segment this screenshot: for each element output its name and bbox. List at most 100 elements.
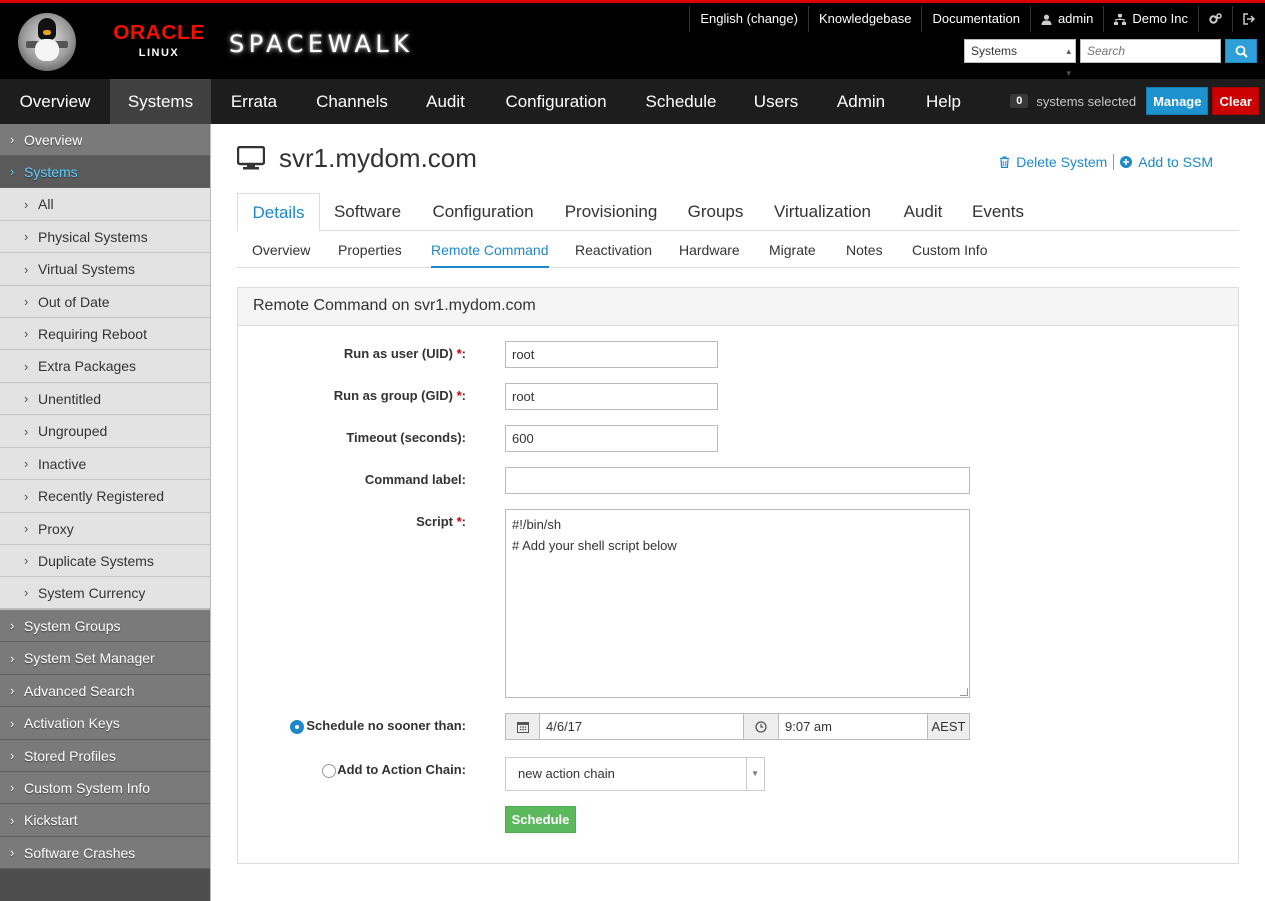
user-link[interactable]: admin — [1029, 6, 1103, 32]
add-to-ssm-link[interactable]: Add to SSM — [1114, 154, 1219, 170]
subtab-properties[interactable]: Properties — [338, 232, 402, 268]
sidebar-item-kickstart[interactable]: › Kickstart — [0, 804, 210, 837]
sidebar-item-unentitled[interactable]: › Unentitled — [0, 383, 210, 415]
sidebar-item-all[interactable]: › All — [0, 188, 210, 221]
sidebar-item-proxy[interactable]: › Proxy — [0, 513, 210, 545]
command-label-input[interactable] — [505, 467, 970, 494]
sidebar-item-software-crashes[interactable]: › Software Crashes — [0, 837, 210, 869]
script-line: #!/bin/sh — [512, 517, 562, 532]
tab-groups[interactable]: Groups — [671, 193, 760, 231]
oracle-linux-logo[interactable]: ORACLE LINUX — [108, 23, 210, 59]
chevron-right-icon: › — [24, 521, 29, 536]
sidebar-item-inactive[interactable]: › Inactive — [0, 448, 210, 480]
org-link[interactable]: Demo Inc — [1103, 6, 1198, 32]
chevron-right-icon: › — [24, 261, 29, 277]
tab-provisioning[interactable]: Provisioning — [551, 193, 671, 231]
trash-icon — [1000, 156, 1010, 168]
preferences-link[interactable] — [1198, 6, 1232, 32]
nav-configuration[interactable]: Configuration — [484, 79, 628, 124]
schedule-time-input[interactable] — [778, 713, 928, 740]
sidebar-item-overview[interactable]: › Overview — [0, 124, 210, 156]
subtab-custom-info[interactable]: Custom Info — [912, 232, 987, 268]
sidebar-item-extra-packages[interactable]: › Extra Packages — [0, 350, 210, 383]
chevron-right-icon: › — [10, 780, 15, 795]
sidebar-item-activation-keys[interactable]: › Activation Keys — [0, 707, 210, 740]
resize-handle-icon[interactable] — [960, 688, 968, 696]
subtab-reactivation[interactable]: Reactivation — [575, 232, 652, 268]
time-picker-button[interactable] — [743, 713, 779, 740]
tux-logo[interactable] — [18, 13, 76, 71]
script-textarea[interactable]: #!/bin/sh # Add your shell script below — [505, 509, 970, 698]
search-button[interactable] — [1225, 39, 1257, 63]
documentation-link[interactable]: Documentation — [921, 6, 1029, 32]
sidebar-item-system-groups[interactable]: › System Groups — [0, 610, 210, 642]
subtab-migrate[interactable]: Migrate — [769, 232, 816, 268]
spacewalk-logo[interactable]: SPACEWALK — [229, 30, 414, 58]
action-chain-label: Add to Action Chain: — [337, 762, 466, 777]
tab-virtualization[interactable]: Virtualization — [760, 193, 885, 231]
nav-help[interactable]: Help — [904, 79, 983, 124]
sidebar-item-system-currency[interactable]: › System Currency — [0, 577, 210, 610]
language-link[interactable]: English (change) — [689, 6, 808, 32]
sidebar-item-out-of-date[interactable]: › Out of Date — [0, 286, 210, 318]
script-line: # Add your shell script below — [512, 538, 677, 553]
subtab-overview[interactable]: Overview — [252, 232, 310, 268]
sidebar-item-stored-profiles[interactable]: › Stored Profiles — [0, 740, 210, 772]
sidebar-item-advanced-search[interactable]: › Advanced Search — [0, 675, 210, 707]
subtab-remote-command[interactable]: Remote Command — [431, 232, 549, 268]
tab-software[interactable]: Software — [320, 193, 415, 231]
nav-schedule[interactable]: Schedule — [628, 79, 734, 124]
search-icon — [1235, 45, 1248, 58]
chevron-right-icon: › — [24, 229, 29, 244]
search-input[interactable] — [1080, 39, 1221, 63]
sidebar-item-ungrouped[interactable]: › Ungrouped — [0, 415, 210, 448]
tab-audit[interactable]: Audit — [885, 193, 961, 231]
subtab-hardware[interactable]: Hardware — [679, 232, 740, 268]
action-chain-select[interactable]: new action chain ▼ — [505, 757, 765, 791]
chevron-right-icon: › — [24, 326, 29, 341]
tab-events[interactable]: Events — [961, 193, 1035, 231]
manage-button[interactable]: Manage — [1146, 87, 1209, 115]
search-row: Systems ▴ ▾ — [964, 39, 1257, 78]
sidebar-item-system-set-manager[interactable]: › System Set Manager — [0, 642, 210, 675]
subtab-notes[interactable]: Notes — [846, 232, 883, 268]
schedule-label: Schedule no sooner than: — [306, 718, 466, 733]
chevron-right-icon: › — [24, 196, 29, 212]
sidebar-item-physical-systems[interactable]: › Physical Systems — [0, 221, 210, 253]
knowledgebase-link[interactable]: Knowledgebase — [807, 6, 922, 32]
nav-errata[interactable]: Errata — [211, 79, 297, 124]
sign-out-link[interactable] — [1232, 6, 1265, 32]
sidebar-item-recently-registered[interactable]: › Recently Registered — [0, 480, 210, 513]
run-as-user-input[interactable] — [505, 341, 718, 368]
sidebar-item-requiring-reboot[interactable]: › Requiring Reboot — [0, 318, 210, 350]
tab-configuration[interactable]: Configuration — [415, 193, 551, 231]
timeout-input[interactable] — [505, 425, 718, 452]
chevron-right-icon: › — [24, 358, 29, 374]
panel-heading: Remote Command on svr1.mydom.com — [238, 288, 1238, 326]
nav-audit[interactable]: Audit — [407, 79, 484, 124]
desktop-icon — [237, 146, 265, 170]
search-type-select[interactable]: Systems ▴ ▾ — [964, 39, 1076, 78]
clear-button[interactable]: Clear — [1212, 87, 1259, 115]
schedule-button[interactable]: Schedule — [505, 806, 576, 833]
schedule-date-input[interactable] — [539, 713, 744, 740]
date-picker-button[interactable] — [505, 713, 540, 740]
sidebar-item-systems[interactable]: › Systems — [0, 156, 210, 188]
nav-channels[interactable]: Channels — [297, 79, 407, 124]
utility-links: English (change) Knowledgebase Documenta… — [689, 6, 1265, 32]
chevron-right-icon: › — [24, 585, 29, 600]
delete-system-link[interactable]: Delete System — [993, 154, 1113, 170]
chevron-right-icon: › — [10, 618, 15, 633]
sidebar-item-duplicate-systems[interactable]: › Duplicate Systems — [0, 545, 210, 577]
ssm-area: 0 systems selected Manage Clear — [1010, 87, 1259, 115]
nav-overview[interactable]: Overview — [0, 79, 110, 124]
nav-admin[interactable]: Admin — [818, 79, 904, 124]
tab-details[interactable]: Details — [237, 193, 320, 232]
nav-systems[interactable]: Systems — [110, 79, 211, 124]
sidebar-item-custom-system-info[interactable]: › Custom System Info — [0, 772, 210, 804]
nav-users[interactable]: Users — [734, 79, 818, 124]
run-as-group-input[interactable] — [505, 383, 718, 410]
chevron-right-icon: › — [10, 715, 15, 731]
sidebar-item-virtual-systems[interactable]: › Virtual Systems — [0, 253, 210, 286]
chevron-right-icon: › — [10, 683, 15, 698]
